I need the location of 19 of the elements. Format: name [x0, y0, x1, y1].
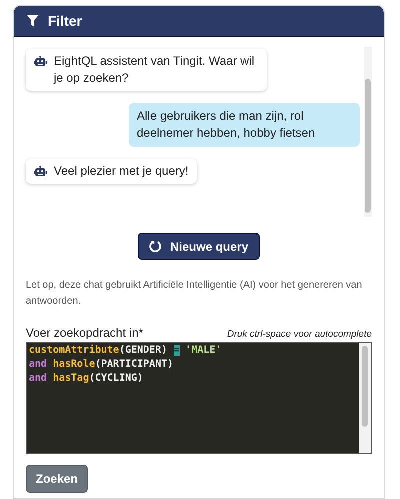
- robot-icon: [34, 56, 47, 68]
- bot-message: Veel plezier met je query!: [26, 159, 197, 184]
- disclaimer-text: Let op, deze chat gebruikt Artificiële Intelligentie (AI) voor het genereren van antwoorden.: [26, 279, 364, 309]
- scrollbar[interactable]: [364, 47, 372, 217]
- user-message: Alle gebruikers die man zijn, rol deelnemer hebben, hobby fietsen: [129, 103, 360, 147]
- editor-scrollbar[interactable]: [362, 346, 368, 427]
- field-label: Voer zoekopdracht in*: [26, 326, 144, 340]
- query-editor[interactable]: customAttribute(GENDER) = 'MALE' and hasRole(PARTICIPANT) and hasTag(CYCLING): [26, 342, 372, 454]
- filter-icon: [27, 15, 39, 27]
- new-query-button[interactable]: Nieuwe query: [138, 233, 260, 260]
- autocomplete-hint: Druk ctrl-space voor autocomplete: [227, 329, 372, 340]
- code-line: customAttribute(GENDER) = 'MALE': [29, 344, 223, 358]
- bot-message: EightQL assistent van Tingit. Waar wil je op zoeken?: [26, 49, 267, 91]
- panel-title: Filter: [48, 13, 82, 29]
- robot-icon: [34, 166, 47, 178]
- code-line: and hasRole(PARTICIPANT): [29, 358, 175, 372]
- code-line: and hasTag(CYCLING): [29, 372, 144, 386]
- refresh-icon: [149, 240, 162, 253]
- search-button[interactable]: Zoeken: [26, 465, 88, 493]
